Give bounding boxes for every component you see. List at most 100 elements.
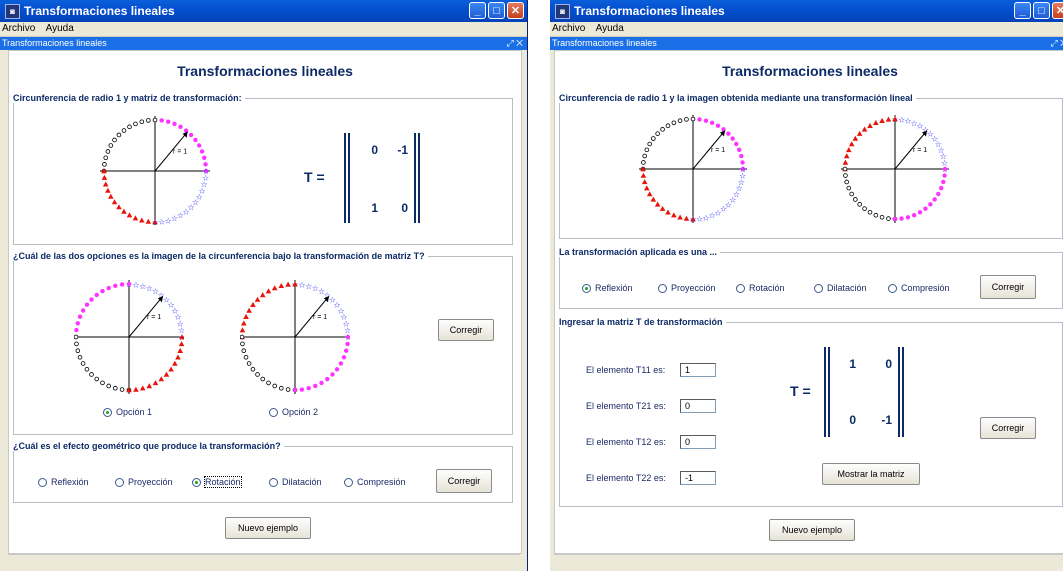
new-example-button[interactable]: Nuevo ejemplo <box>225 517 311 539</box>
magenta-dot <box>730 136 735 141</box>
option1-radio[interactable]: Opción 1 <box>103 407 152 417</box>
red-triangle <box>843 153 850 159</box>
radio-indicator[interactable] <box>658 283 667 293</box>
radio-indicator[interactable] <box>115 477 124 487</box>
radio-reflexion[interactable]: Reflexión <box>38 477 89 487</box>
radio-indicator[interactable] <box>888 283 897 293</box>
t11-input[interactable]: 1 <box>680 363 716 377</box>
black-circle <box>121 128 127 133</box>
black-circle <box>644 147 650 153</box>
black-circle <box>146 118 151 123</box>
close-button[interactable]: ✕ <box>507 2 524 19</box>
t12-input[interactable]: 0 <box>680 435 716 449</box>
maximize-button[interactable]: □ <box>488 2 505 19</box>
black-circle <box>677 118 683 124</box>
matrix-cell-12: -1 <box>397 143 408 157</box>
magenta-dot <box>938 185 944 191</box>
radio-indicator[interactable] <box>344 477 353 487</box>
radio-indicator[interactable] <box>192 477 201 487</box>
magenta-dot <box>932 197 937 202</box>
magenta-dot <box>942 166 948 172</box>
red-triangle <box>867 122 873 128</box>
t21-input[interactable]: 0 <box>680 399 716 413</box>
radio-compresion[interactable]: Compresión <box>888 283 950 293</box>
red-triangle <box>659 205 666 211</box>
black-circle <box>844 179 850 185</box>
matrix-bracket-left <box>344 133 346 223</box>
panel-legend: ¿Cuál es el efecto geométrico que produc… <box>13 441 281 451</box>
maximize-button[interactable]: □ <box>1033 2 1050 19</box>
menu-ayuda[interactable]: Ayuda <box>46 23 74 34</box>
magenta-dot <box>726 131 731 136</box>
radio-rotacion[interactable]: Rotación <box>192 476 242 488</box>
matrix-cell-12: 0 <box>885 357 892 371</box>
matrix-t-label: T = <box>304 169 325 185</box>
circle-plot-svg: ☆☆☆☆☆☆☆☆☆☆☆☆☆r = 1 <box>72 280 186 394</box>
black-circle <box>75 348 81 354</box>
menu-ayuda[interactable]: Ayuda <box>596 23 624 34</box>
black-circle <box>74 341 79 347</box>
magenta-dot <box>917 210 923 215</box>
magenta-dot <box>202 155 207 161</box>
t22-input[interactable]: -1 <box>680 471 716 485</box>
radio-indicator[interactable] <box>269 407 278 417</box>
red-triangle <box>152 380 159 386</box>
title-bar[interactable]: ◙ Transformaciones lineales _ □ ✕ <box>0 0 527 22</box>
magenta-dot <box>94 292 99 298</box>
red-triangle <box>172 360 178 366</box>
corregir-button[interactable]: Corregir <box>438 319 494 341</box>
minimize-button[interactable]: _ <box>1014 2 1031 19</box>
option2-radio[interactable]: Opción 2 <box>269 407 318 417</box>
internal-frame-bar[interactable]: Transformaciones lineales ⤢ ✕ <box>0 37 527 50</box>
internal-frame-bar[interactable]: Transformaciones lineales ⤢ ✕ <box>550 37 1063 50</box>
radio-indicator[interactable] <box>103 407 112 417</box>
close-button[interactable]: ✕ <box>1052 2 1063 19</box>
magenta-dot <box>178 124 183 130</box>
transformation-matrix: T = 1 0 0 -1 <box>790 347 910 437</box>
corregir-button[interactable]: Corregir <box>980 275 1036 299</box>
black-circle <box>89 372 94 377</box>
show-matrix-button[interactable]: Mostrar la matriz <box>822 463 920 485</box>
black-circle <box>846 185 852 191</box>
title-bar[interactable]: ◙ Transformaciones lineales _ □ ✕ <box>550 0 1063 22</box>
radio-indicator[interactable] <box>269 477 278 487</box>
minimize-button[interactable]: _ <box>469 2 486 19</box>
corregir-button[interactable]: Corregir <box>980 417 1036 439</box>
radio-indicator[interactable] <box>736 283 745 293</box>
black-circle <box>241 348 247 354</box>
radio-reflexion[interactable]: Reflexión <box>582 283 633 293</box>
matrix-cell-22: -1 <box>881 413 892 427</box>
red-triangle <box>856 130 863 136</box>
black-circle <box>671 120 677 126</box>
radio-rotacion[interactable]: Rotación <box>736 283 785 293</box>
corregir-button[interactable]: Corregir <box>436 469 492 493</box>
radio-dilatacion[interactable]: Dilatación <box>814 283 867 293</box>
magenta-dot <box>89 297 94 302</box>
t21-label: El elemento T21 es: <box>586 401 666 411</box>
internal-frame-controls[interactable]: ⤢ ✕ <box>1050 37 1063 50</box>
new-example-button[interactable]: Nuevo ejemplo <box>769 519 855 541</box>
radio-indicator[interactable] <box>38 477 47 487</box>
magenta-dot <box>911 212 917 218</box>
black-circle <box>272 383 278 389</box>
menu-archivo[interactable]: Archivo <box>552 23 585 34</box>
radio-indicator[interactable] <box>814 283 823 293</box>
blue-star: ☆ <box>911 119 918 128</box>
red-triangle <box>650 196 657 202</box>
red-triangle <box>640 172 647 178</box>
black-circle <box>94 376 100 382</box>
internal-frame-controls[interactable]: ⤢ ✕ <box>506 37 523 50</box>
magenta-dot <box>165 119 171 124</box>
black-circle <box>641 160 646 165</box>
blue-star: ☆ <box>152 287 159 296</box>
radio-proyeccion[interactable]: Proyección <box>658 283 716 293</box>
circle-matrix-panel: Circunferencia de radio 1 y matriz de tr… <box>13 93 513 245</box>
red-triangle <box>842 159 849 165</box>
menu-archivo[interactable]: Archivo <box>2 23 35 34</box>
radio-indicator[interactable] <box>582 283 591 293</box>
radio-dilatacion[interactable]: Dilatación <box>269 477 322 487</box>
radio-proyeccion[interactable]: Proyección <box>115 477 173 487</box>
red-triangle <box>861 126 868 132</box>
radio-compresion[interactable]: Compresión <box>344 477 406 487</box>
radio-label: Compresión <box>357 477 406 487</box>
